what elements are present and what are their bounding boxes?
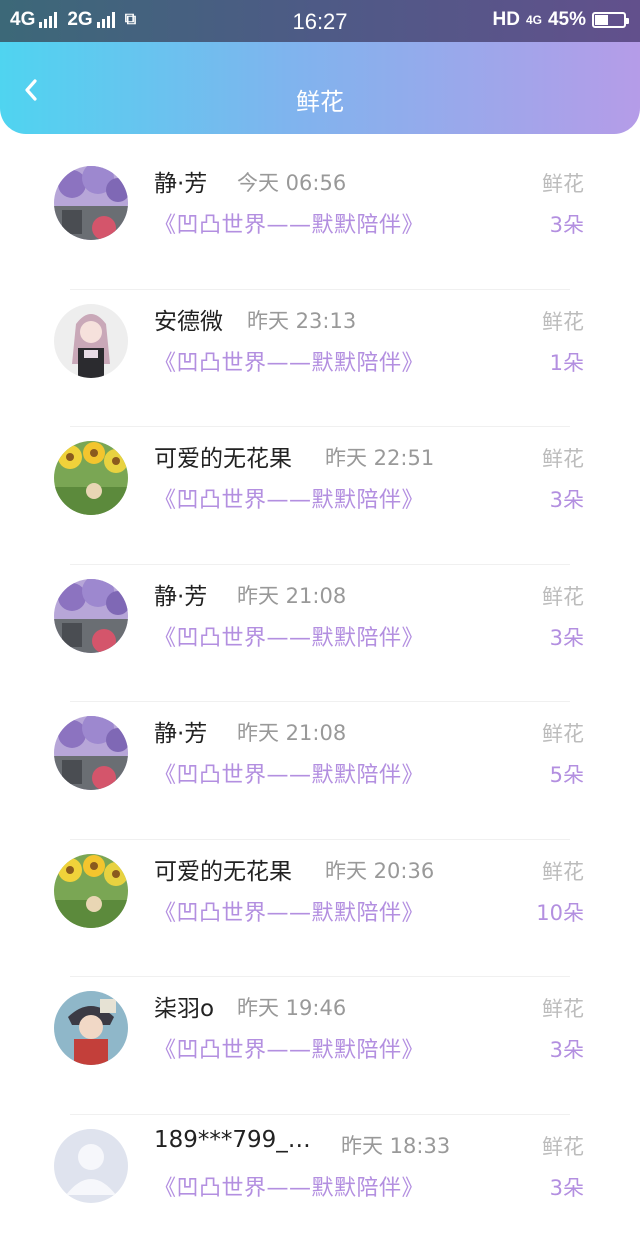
gift-type: 鲜花 bbox=[542, 856, 584, 886]
gift-type: 鲜花 bbox=[542, 1131, 584, 1161]
battery-percent: 45% bbox=[548, 9, 586, 31]
gift-count: 5朵 bbox=[550, 759, 584, 789]
avatar[interactable] bbox=[54, 304, 128, 378]
avatar[interactable] bbox=[54, 716, 128, 790]
timestamp: 昨天 22:51 bbox=[325, 442, 434, 472]
list-item[interactable]: 189***799_… 昨天 18:33 《凹凸世界——默默陪伴》 鲜花 3朵 bbox=[0, 1115, 640, 1252]
gift-type: 鲜花 bbox=[542, 718, 584, 748]
avatar[interactable] bbox=[54, 579, 128, 653]
timestamp: 昨天 21:08 bbox=[237, 717, 346, 747]
hd-badge: HD bbox=[493, 9, 520, 31]
gift-list: 静·芳 今天 06:56 《凹凸世界——默默陪伴》 鲜花 3朵 安德微 昨天 2… bbox=[0, 152, 640, 1252]
gift-count: 1朵 bbox=[550, 347, 584, 377]
user-name: 静·芳 bbox=[154, 164, 207, 198]
song-title[interactable]: 《凹凸世界——默默陪伴》 bbox=[154, 895, 424, 927]
timestamp: 昨天 23:13 bbox=[247, 305, 356, 335]
song-title[interactable]: 《凹凸世界——默默陪伴》 bbox=[154, 1032, 424, 1064]
avatar[interactable] bbox=[54, 854, 128, 928]
gift-count: 10朵 bbox=[536, 897, 584, 927]
song-title[interactable]: 《凹凸世界——默默陪伴》 bbox=[154, 345, 424, 377]
user-name: 可爱的无花果 bbox=[154, 439, 292, 473]
gift-type: 鲜花 bbox=[542, 443, 584, 473]
user-name: 可爱的无花果 bbox=[154, 852, 292, 886]
user-name: 189***799_… bbox=[154, 1127, 311, 1153]
timestamp: 昨天 20:36 bbox=[325, 855, 434, 885]
avatar[interactable] bbox=[54, 991, 128, 1065]
avatar[interactable] bbox=[54, 441, 128, 515]
gift-count: 3朵 bbox=[550, 209, 584, 239]
list-item[interactable]: 柒羽o 昨天 19:46 《凹凸世界——默默陪伴》 鲜花 3朵 bbox=[0, 977, 640, 1115]
timestamp: 昨天 19:46 bbox=[237, 992, 346, 1022]
status-bar: 4G 2G ⧉ 16:27 HD 4G 45% bbox=[0, 0, 640, 42]
network-type-3: 4G bbox=[526, 13, 542, 27]
timestamp: 昨天 18:33 bbox=[341, 1130, 450, 1160]
gift-count: 3朵 bbox=[550, 622, 584, 652]
gift-count: 3朵 bbox=[550, 1034, 584, 1064]
gift-type: 鲜花 bbox=[542, 306, 584, 336]
user-name: 安德微 bbox=[154, 302, 223, 336]
list-item[interactable]: 可爱的无花果 昨天 22:51 《凹凸世界——默默陪伴》 鲜花 3朵 bbox=[0, 427, 640, 565]
app-header: 鲜花 bbox=[0, 42, 640, 134]
user-name: 静·芳 bbox=[154, 714, 207, 748]
battery-icon bbox=[592, 12, 626, 28]
avatar[interactable] bbox=[54, 1129, 128, 1203]
song-title[interactable]: 《凹凸世界——默默陪伴》 bbox=[154, 757, 424, 789]
song-title[interactable]: 《凹凸世界——默默陪伴》 bbox=[154, 620, 424, 652]
list-item[interactable]: 静·芳 昨天 21:08 《凹凸世界——默默陪伴》 鲜花 3朵 bbox=[0, 565, 640, 703]
song-title[interactable]: 《凹凸世界——默默陪伴》 bbox=[154, 482, 424, 514]
list-item[interactable]: 可爱的无花果 昨天 20:36 《凹凸世界——默默陪伴》 鲜花 10朵 bbox=[0, 840, 640, 978]
gift-count: 3朵 bbox=[550, 484, 584, 514]
user-name: 柒羽o bbox=[154, 989, 214, 1023]
gift-type: 鲜花 bbox=[542, 993, 584, 1023]
list-item[interactable]: 静·芳 昨天 21:08 《凹凸世界——默默陪伴》 鲜花 5朵 bbox=[0, 702, 640, 840]
list-item[interactable]: 安德微 昨天 23:13 《凹凸世界——默默陪伴》 鲜花 1朵 bbox=[0, 290, 640, 428]
avatar[interactable] bbox=[54, 166, 128, 240]
default-avatar-icon bbox=[54, 1129, 128, 1203]
timestamp: 今天 06:56 bbox=[237, 167, 346, 197]
timestamp: 昨天 21:08 bbox=[237, 580, 346, 610]
gift-type: 鲜花 bbox=[542, 168, 584, 198]
user-name: 静·芳 bbox=[154, 577, 207, 611]
gift-type: 鲜花 bbox=[542, 581, 584, 611]
page-title: 鲜花 bbox=[0, 82, 640, 117]
list-item[interactable]: 静·芳 今天 06:56 《凹凸世界——默默陪伴》 鲜花 3朵 bbox=[0, 152, 640, 290]
status-right: HD 4G 45% bbox=[493, 9, 627, 31]
song-title[interactable]: 《凹凸世界——默默陪伴》 bbox=[154, 1170, 424, 1202]
song-title[interactable]: 《凹凸世界——默默陪伴》 bbox=[154, 207, 424, 239]
gift-count: 3朵 bbox=[550, 1172, 584, 1202]
